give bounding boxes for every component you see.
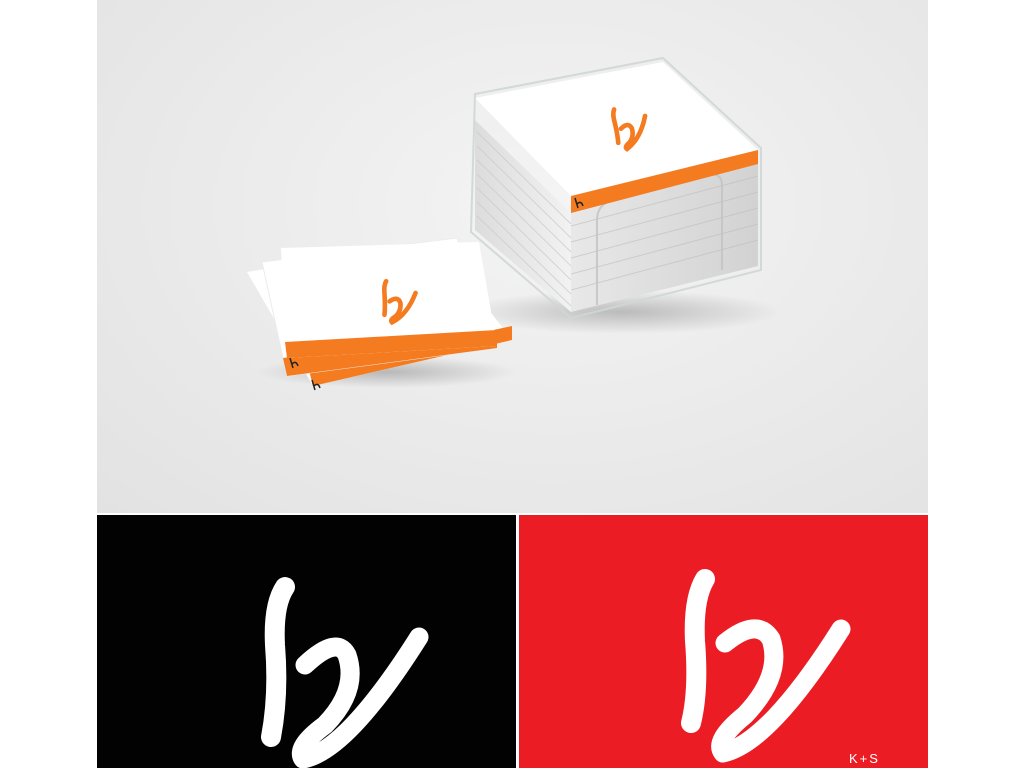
mockup-illustration — [247, 56, 782, 391]
logo-panel-red: K+S — [519, 515, 928, 768]
memo-cube — [469, 56, 762, 320]
wordmark-text: K+S — [849, 751, 880, 766]
ky-logo-icon — [261, 577, 429, 768]
ky-logo-icon — [681, 569, 851, 763]
brand-presentation-sheet: K+S — [97, 0, 928, 768]
mockup-scene — [97, 0, 928, 513]
logo-panel-black — [97, 515, 516, 768]
